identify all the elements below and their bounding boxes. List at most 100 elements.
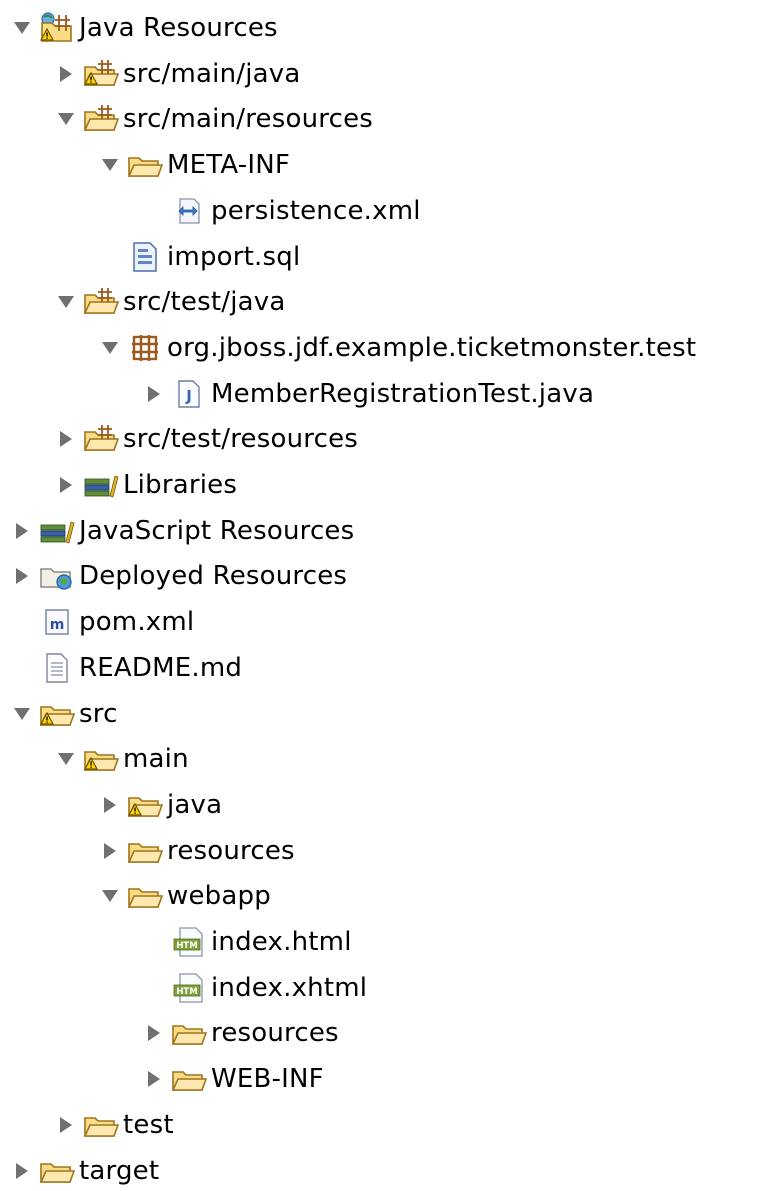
- tree-item-label: JavaScript Resources: [79, 515, 355, 546]
- collapse-arrow-icon[interactable]: [52, 54, 80, 94]
- tree-item-label: src: [79, 698, 118, 729]
- tree-item[interactable]: src/main/java: [52, 54, 301, 94]
- svg-text:J: J: [185, 387, 192, 405]
- tree-item[interactable]: Libraries: [52, 465, 237, 505]
- maven-pom-icon: m: [36, 602, 78, 642]
- folder-open-icon: [168, 1013, 210, 1053]
- tree-item[interactable]: java: [96, 785, 222, 825]
- libraries-icon: [80, 465, 122, 505]
- tree-item[interactable]: m pom.xml: [8, 602, 194, 642]
- tree-item[interactable]: WEB-INF: [140, 1059, 324, 1099]
- html-file-icon: HTM: [168, 922, 210, 962]
- collapse-arrow-icon[interactable]: [140, 1013, 168, 1053]
- tree-item[interactable]: Deployed Resources: [8, 556, 347, 596]
- expand-arrow-icon[interactable]: [52, 739, 80, 779]
- tree-item-label: Deployed Resources: [79, 561, 348, 592]
- collapse-arrow-icon[interactable]: [140, 374, 168, 414]
- svg-text:m: m: [50, 617, 65, 633]
- toggle-spacer: [8, 648, 36, 688]
- deployed-resources-icon: [36, 556, 78, 596]
- tree-item[interactable]: import.sql: [96, 237, 300, 277]
- libraries-icon: [36, 511, 78, 551]
- tree-item[interactable]: org.jboss.jdf.example.ticketmonster.test: [96, 328, 696, 368]
- expand-arrow-icon[interactable]: [96, 876, 124, 916]
- tree-item-label: Libraries: [123, 470, 238, 500]
- svg-text:HTM: HTM: [176, 941, 197, 951]
- tree-item-label: src/test/java: [123, 287, 286, 318]
- tree-item[interactable]: src: [8, 694, 118, 734]
- toggle-spacer: [96, 237, 124, 277]
- expand-arrow-icon[interactable]: [96, 328, 124, 368]
- tree-item-label: main: [123, 744, 189, 775]
- tree-item[interactable]: Java Resources: [8, 8, 278, 48]
- tree-item[interactable]: resources: [96, 831, 295, 871]
- expand-arrow-icon[interactable]: [8, 8, 36, 48]
- folder-open-icon: [80, 1105, 122, 1145]
- tree-item-label: META-INF: [167, 150, 290, 181]
- tree-item-label: webapp: [167, 881, 271, 912]
- collapse-arrow-icon[interactable]: [96, 785, 124, 825]
- collapse-arrow-icon[interactable]: [8, 556, 36, 596]
- tree-item-label: persistence.xml: [211, 195, 421, 226]
- html-file-icon: HTM: [168, 968, 210, 1008]
- source-folder-warning-icon: [80, 54, 122, 94]
- collapse-arrow-icon[interactable]: [52, 1105, 80, 1145]
- tree-item-label: test: [123, 1109, 174, 1140]
- tree-item[interactable]: webapp: [96, 876, 271, 916]
- collapse-arrow-icon[interactable]: [140, 1059, 168, 1099]
- xml-file-icon: [168, 191, 210, 231]
- tree-item[interactable]: J MemberRegistrationTest.java: [140, 374, 594, 414]
- folder-open-icon: [124, 145, 166, 185]
- folder-warning-icon: [36, 694, 78, 734]
- tree-item-label: Java Resources: [79, 13, 278, 43]
- expand-arrow-icon[interactable]: [52, 99, 80, 139]
- expand-arrow-icon[interactable]: [8, 694, 36, 734]
- tree-item[interactable]: resources: [140, 1013, 339, 1053]
- source-folder-icon: [80, 282, 122, 322]
- collapse-arrow-icon[interactable]: [8, 1151, 36, 1191]
- folder-open-icon: [168, 1059, 210, 1099]
- tree-item[interactable]: JavaScript Resources: [8, 511, 354, 551]
- tree-item[interactable]: META-INF: [96, 145, 290, 185]
- collapse-arrow-icon[interactable]: [52, 465, 80, 505]
- tree-item-label: src/main/java: [123, 58, 301, 89]
- collapse-arrow-icon[interactable]: [52, 419, 80, 459]
- tree-item[interactable]: main: [52, 739, 189, 779]
- tree-item[interactable]: HTM index.xhtml: [140, 968, 367, 1008]
- tree-item[interactable]: README.md: [8, 648, 242, 688]
- tree-item-label: MemberRegistrationTest.java: [211, 378, 595, 409]
- tree-item-label: index.xhtml: [211, 972, 368, 1003]
- tree-item-label: README.md: [79, 652, 243, 683]
- tree-item[interactable]: HTM index.html: [140, 922, 352, 962]
- source-folder-icon: [80, 99, 122, 139]
- collapse-arrow-icon[interactable]: [8, 511, 36, 551]
- tree-item-label: resources: [167, 835, 295, 866]
- tree-item-label: resources: [211, 1018, 339, 1049]
- folder-warning-icon: [124, 785, 166, 825]
- folder-open-icon: [124, 831, 166, 871]
- tree-item-label: org.jboss.jdf.example.ticketmonster.test: [167, 332, 697, 363]
- tree-item-label: pom.xml: [79, 607, 195, 638]
- tree-item-label: import.sql: [167, 241, 301, 272]
- tree-item[interactable]: src/test/resources: [52, 419, 358, 459]
- toggle-spacer: [140, 968, 168, 1008]
- tree-item[interactable]: src/test/java: [52, 282, 286, 322]
- toggle-spacer: [140, 191, 168, 231]
- collapse-arrow-icon[interactable]: [96, 831, 124, 871]
- tree-item[interactable]: target: [8, 1151, 159, 1191]
- tree-item-label: WEB-INF: [211, 1064, 324, 1095]
- package-icon: [124, 328, 166, 368]
- sql-file-icon: [124, 237, 166, 277]
- toggle-spacer: [8, 602, 36, 642]
- tree-item[interactable]: src/main/resources: [52, 99, 373, 139]
- tree-item[interactable]: persistence.xml: [140, 191, 421, 231]
- toggle-spacer: [140, 922, 168, 962]
- tree-item-label: java: [167, 789, 223, 820]
- tree-item-label: target: [79, 1155, 160, 1186]
- tree-item[interactable]: test: [52, 1105, 174, 1145]
- expand-arrow-icon[interactable]: [96, 145, 124, 185]
- expand-arrow-icon[interactable]: [52, 282, 80, 322]
- tree-item-label: src/test/resources: [123, 424, 359, 455]
- text-file-icon: [36, 648, 78, 688]
- folder-warning-icon: [80, 739, 122, 779]
